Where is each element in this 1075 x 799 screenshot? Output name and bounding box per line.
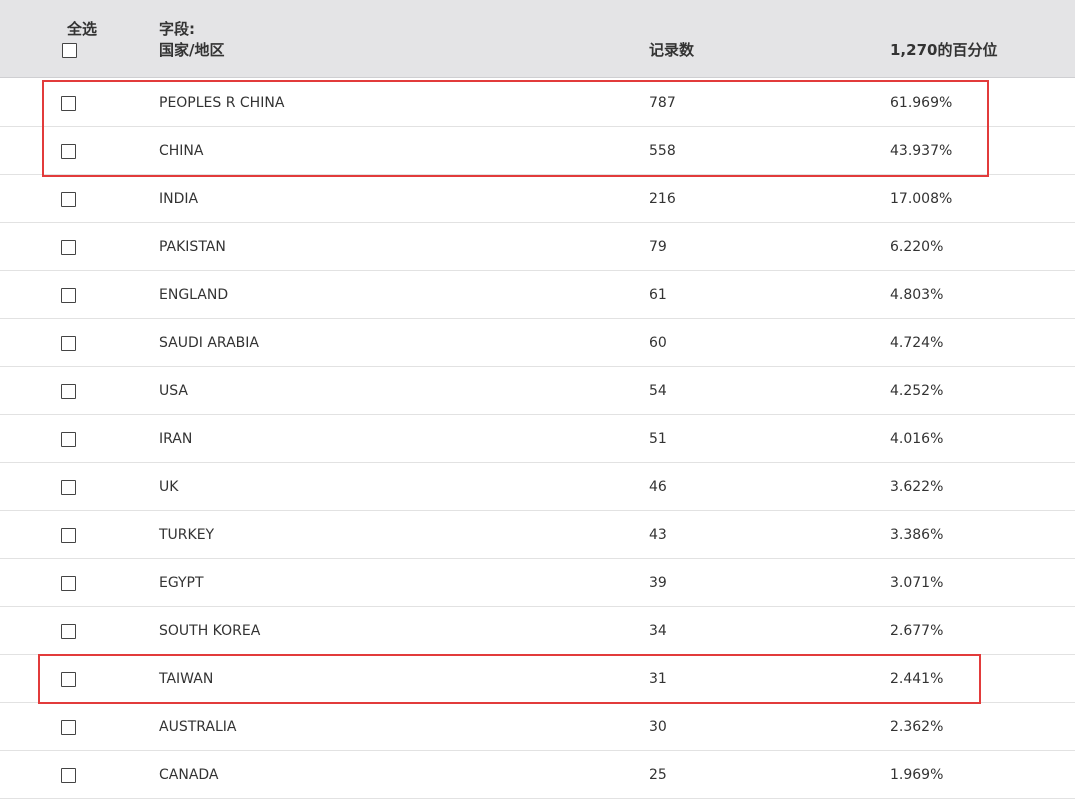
country-name: PEOPLES R CHINA (159, 95, 285, 111)
table-row: IRAN 51 4.016% (0, 415, 1075, 463)
percent-value: 6.220% (890, 239, 944, 255)
table-row: SOUTH KOREA 34 2.677% (0, 607, 1075, 655)
country-name: AUSTRALIA (159, 719, 237, 735)
row-checkbox[interactable] (61, 720, 76, 735)
country-name: INDIA (159, 191, 199, 207)
country-name: ENGLAND (159, 287, 229, 303)
percent-value: 3.622% (890, 479, 944, 495)
select-all-label: 全选 (67, 20, 98, 38)
record-count: 25 (649, 767, 667, 783)
percent-value: 2.362% (890, 719, 944, 735)
percent-value: 4.724% (890, 335, 944, 351)
row-checkbox[interactable] (61, 336, 76, 351)
country-name: IRAN (159, 431, 193, 447)
percent-value: 3.386% (890, 527, 944, 543)
table-row: PAKISTAN 79 6.220% (0, 223, 1075, 271)
row-checkbox[interactable] (61, 96, 76, 111)
country-name: SOUTH KOREA (159, 623, 261, 639)
record-count: 79 (649, 239, 667, 255)
field-label: 字段: (159, 20, 195, 38)
percent-value: 2.441% (890, 671, 944, 687)
select-all-checkbox[interactable] (62, 43, 77, 58)
record-count: 60 (649, 335, 667, 351)
table-row: ENGLAND 61 4.803% (0, 271, 1075, 319)
table-header: 全选 字段: 国家/地区 记录数 1,270的百分位 (0, 0, 1075, 78)
country-name: TAIWAN (159, 671, 214, 687)
table-row: CHINA 558 43.937% (0, 127, 1075, 175)
table-row: SAUDI ARABIA 60 4.724% (0, 319, 1075, 367)
row-checkbox[interactable] (61, 288, 76, 303)
table-row: CANADA 25 1.969% (0, 751, 1075, 799)
row-checkbox[interactable] (61, 672, 76, 687)
row-checkbox[interactable] (61, 240, 76, 255)
country-name: CANADA (159, 767, 219, 783)
record-count: 61 (649, 287, 667, 303)
percent-column-header[interactable]: 1,270的百分位 (890, 40, 997, 60)
country-name: UK (159, 479, 179, 495)
percent-value: 4.016% (890, 431, 944, 447)
row-checkbox[interactable] (61, 144, 76, 159)
record-count: 558 (649, 143, 676, 159)
table-row: PEOPLES R CHINA 787 61.969% (0, 79, 1075, 127)
results-analysis-table: 全选 字段: 国家/地区 记录数 1,270的百分位 PEOPLES R CHI… (0, 0, 1075, 799)
row-checkbox[interactable] (61, 624, 76, 639)
row-checkbox[interactable] (61, 768, 76, 783)
table-row: EGYPT 39 3.071% (0, 559, 1075, 607)
record-count: 51 (649, 431, 667, 447)
percent-value: 4.803% (890, 287, 944, 303)
percent-value: 43.937% (890, 143, 953, 159)
record-count: 787 (649, 95, 676, 111)
table-row: TURKEY 43 3.386% (0, 511, 1075, 559)
percent-value: 1.969% (890, 767, 944, 783)
country-name: SAUDI ARABIA (159, 335, 259, 351)
percent-value: 4.252% (890, 383, 944, 399)
percent-value: 2.677% (890, 623, 944, 639)
country-region-column-header[interactable]: 国家/地区 (159, 40, 224, 60)
country-name: USA (159, 383, 188, 399)
percent-value: 3.071% (890, 575, 944, 591)
table-row: UK 46 3.622% (0, 463, 1075, 511)
country-name: TURKEY (159, 527, 215, 543)
record-count-column-header[interactable]: 记录数 (649, 40, 694, 60)
row-checkbox[interactable] (61, 528, 76, 543)
country-name: PAKISTAN (159, 239, 226, 255)
country-name: EGYPT (159, 575, 204, 591)
record-count: 39 (649, 575, 667, 591)
row-checkbox[interactable] (61, 480, 76, 495)
record-count: 31 (649, 671, 667, 687)
country-name: CHINA (159, 143, 204, 159)
table-row: USA 54 4.252% (0, 367, 1075, 415)
record-count: 43 (649, 527, 667, 543)
record-count: 34 (649, 623, 667, 639)
row-checkbox[interactable] (61, 576, 76, 591)
record-count: 30 (649, 719, 667, 735)
table-row: INDIA 216 17.008% (0, 175, 1075, 223)
row-checkbox[interactable] (61, 432, 76, 447)
percent-value: 17.008% (890, 191, 953, 207)
record-count: 216 (649, 191, 676, 207)
record-count: 46 (649, 479, 667, 495)
row-checkbox[interactable] (61, 384, 76, 399)
table-row: AUSTRALIA 30 2.362% (0, 703, 1075, 751)
row-checkbox[interactable] (61, 192, 76, 207)
table-body: PEOPLES R CHINA 787 61.969% CHINA 558 43.937%… (0, 79, 1075, 799)
table-row: TAIWAN 31 2.441% (0, 655, 1075, 703)
percent-value: 61.969% (890, 95, 953, 111)
record-count: 54 (649, 383, 667, 399)
